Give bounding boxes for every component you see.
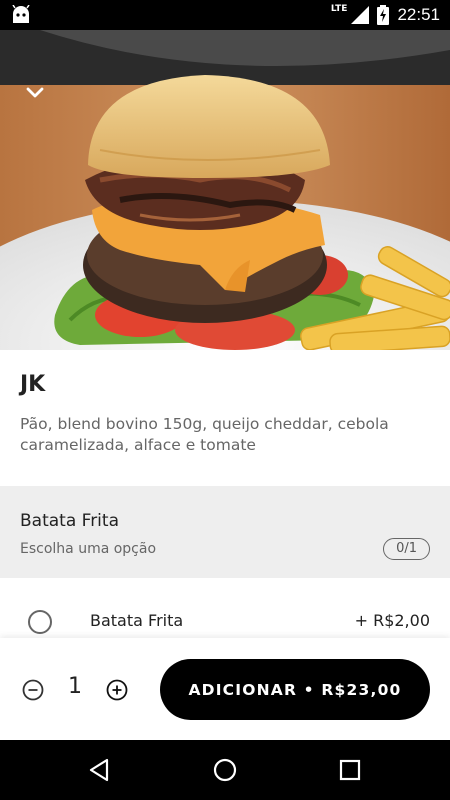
recents-icon[interactable] xyxy=(335,755,365,785)
system-nav-bar xyxy=(0,740,450,800)
decrease-quantity-button[interactable] xyxy=(22,679,44,701)
battery-charging-icon xyxy=(377,5,390,25)
option-radio[interactable] xyxy=(28,610,52,634)
signal-icon xyxy=(351,6,370,24)
network-type: LTE xyxy=(330,4,348,14)
product-image xyxy=(0,30,450,350)
product-description: Pão, blend bovino 150g, queijo cheddar, … xyxy=(20,415,389,454)
chevron-down-icon xyxy=(26,87,44,98)
option-group-title: Batata Frita xyxy=(20,511,119,531)
add-to-cart-bar: 1 ADICIONAR • R$23,00 xyxy=(0,638,450,740)
burger-photo xyxy=(0,30,450,350)
option-group-subtitle: Escolha uma opção xyxy=(20,541,157,557)
back-icon[interactable] xyxy=(85,755,115,785)
product-title: JK xyxy=(20,372,46,397)
option-label: Batata Frita xyxy=(90,611,184,630)
clock: 22:51 xyxy=(397,5,440,24)
selection-count-badge: 0/1 xyxy=(383,538,430,560)
home-icon[interactable] xyxy=(210,755,240,785)
collapse-button[interactable] xyxy=(20,78,50,108)
option-price: + R$2,00 xyxy=(354,611,430,630)
status-bar: LTE 22:51 xyxy=(0,0,450,30)
option-group-header: Batata Frita Escolha uma opção 0/1 xyxy=(0,486,450,578)
add-to-cart-button[interactable]: ADICIONAR • R$23,00 xyxy=(160,659,430,720)
quantity-value: 1 xyxy=(68,674,82,699)
android-icon xyxy=(12,5,30,23)
increase-quantity-button[interactable] xyxy=(106,679,128,701)
